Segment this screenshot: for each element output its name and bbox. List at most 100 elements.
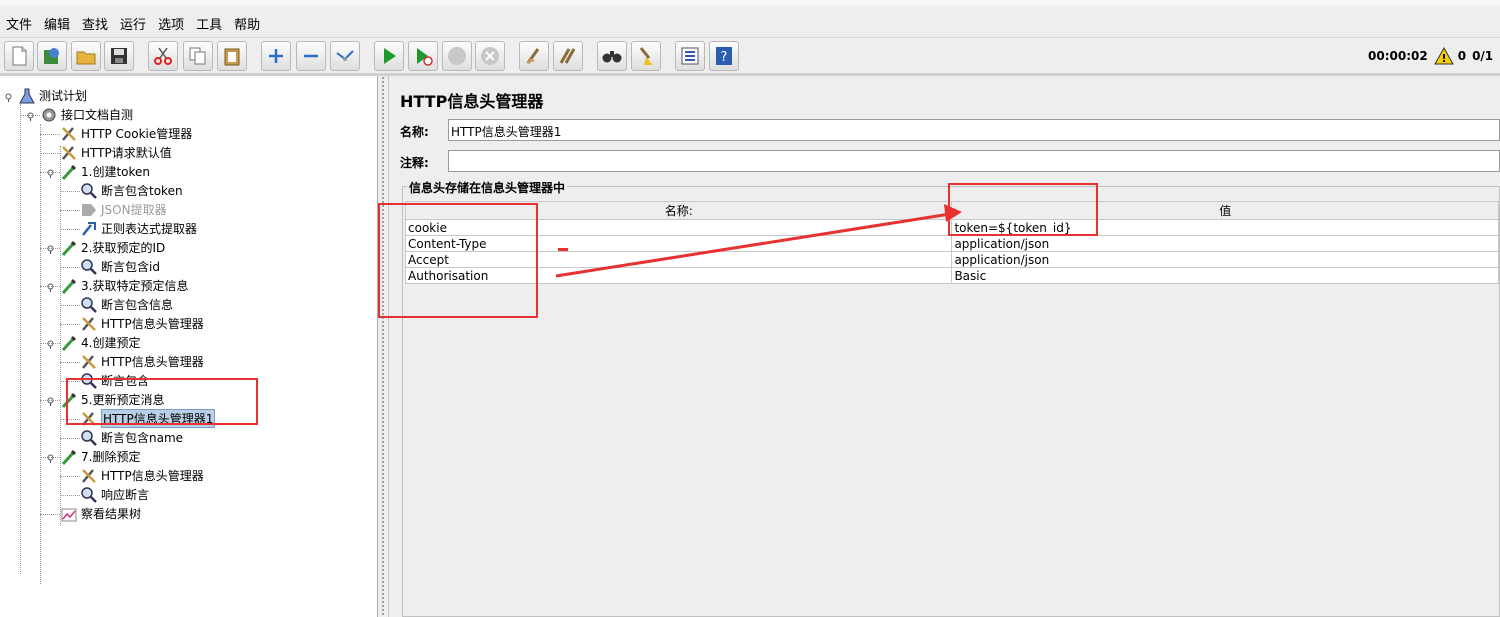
function-helper-button[interactable] (675, 41, 705, 71)
page-title: HTTP信息头管理器 (400, 92, 544, 111)
annotation-box-names (378, 203, 538, 318)
save-icon (111, 48, 127, 64)
tree-node[interactable]: 接口文档自测 (40, 105, 133, 124)
pipette-icon (60, 334, 78, 352)
expand-toggle-icon[interactable] (4, 91, 13, 102)
split-pane-divider[interactable] (378, 76, 389, 617)
expand-toggle-icon[interactable] (46, 281, 55, 292)
tree-node[interactable]: 断言包含id (80, 257, 160, 276)
expand-toggle-icon[interactable] (46, 395, 55, 406)
save-button[interactable] (104, 41, 134, 71)
warning-icon[interactable]: ! (1433, 47, 1454, 65)
tree-node[interactable]: 察看结果树 (60, 504, 141, 523)
new-button[interactable] (4, 41, 34, 71)
start-icon (384, 48, 396, 64)
reset-search-button[interactable] (631, 41, 661, 71)
tree-node-label: HTTP信息头管理器 (101, 317, 204, 331)
tree-node-label: HTTP请求默认值 (81, 146, 172, 160)
tree-node[interactable]: 断言包含token (80, 181, 183, 200)
templates-button[interactable] (37, 41, 67, 71)
magnifier-icon (80, 296, 98, 314)
tree-node[interactable]: 2.获取预定的ID (60, 238, 165, 257)
menu-help[interactable]: 帮助 (234, 14, 260, 33)
collapse-button[interactable] (296, 41, 326, 71)
header-value-cell[interactable]: application/json (951, 235, 1499, 252)
tree-node[interactable]: 断言包含name (80, 428, 183, 447)
elapsed-timer: 00:00:02 (1368, 49, 1428, 63)
menu-search[interactable]: 查找 (82, 14, 108, 33)
tree-node-label: 察看结果树 (81, 507, 142, 521)
tree-node[interactable]: HTTP请求默认值 (60, 143, 172, 162)
comment-field[interactable] (448, 150, 1500, 172)
shutdown-icon (481, 47, 499, 65)
header-value-cell[interactable]: application/json (951, 251, 1499, 268)
table-row[interactable]: Content-Type application/json (404, 235, 1499, 252)
menu-tools[interactable]: 工具 (196, 14, 222, 33)
tree-node[interactable]: HTTP信息头管理器 (80, 352, 204, 371)
magnifier-icon (80, 258, 98, 276)
tree-node-label: HTTP信息头管理器 (101, 469, 204, 483)
start-button[interactable] (374, 41, 404, 71)
table-row[interactable]: Accept application/json (404, 251, 1499, 268)
name-field[interactable]: HTTP信息头管理器1 (448, 119, 1500, 141)
paste-button[interactable] (217, 41, 247, 71)
header-value-cell[interactable]: Basic (951, 267, 1499, 284)
search-button[interactable] (597, 41, 627, 71)
expand-toggle-icon[interactable] (46, 243, 55, 254)
menu-edit[interactable]: 编辑 (44, 14, 70, 33)
expand-toggle-icon[interactable] (26, 110, 35, 121)
tree-node[interactable]: 1.创建token (60, 162, 150, 181)
magnifier-icon (80, 486, 98, 504)
tree-node[interactable]: 7.删除预定 (60, 447, 140, 466)
clear-all-icon (559, 48, 576, 64)
cut-button[interactable] (148, 41, 178, 71)
test-plan-tree[interactable]: 测试计划 接口文档自测 HTTP Cookie管理器 HTTP请求默认值 1.创建tok… (0, 76, 378, 617)
gear-icon (40, 106, 58, 124)
tree-node-label: 断言包含id (101, 260, 160, 274)
table-row[interactable]: Authorisation Basic (404, 267, 1499, 284)
copy-icon (189, 47, 206, 65)
tree-node[interactable]: HTTP信息头管理器 (80, 314, 204, 333)
flask-icon (18, 87, 36, 105)
tree-node[interactable]: 测试计划 (18, 86, 87, 105)
tree-node[interactable]: 3.获取特定预定信息 (60, 276, 188, 295)
start-no-pause-button[interactable] (408, 41, 438, 71)
reset-search-icon (639, 47, 653, 65)
tree-node-label: HTTP信息头管理器 (101, 355, 204, 369)
tree-node[interactable]: 正则表达式提取器 (80, 219, 197, 238)
cut-icon (154, 47, 172, 65)
expand-toggle-icon[interactable] (46, 167, 55, 178)
open-button[interactable] (71, 41, 101, 71)
help-button[interactable]: ? (709, 41, 739, 71)
help-icon: ? (716, 47, 732, 65)
expand-button[interactable] (261, 41, 291, 71)
tree-node[interactable]: 响应断言 (80, 485, 149, 504)
shutdown-button[interactable] (475, 41, 505, 71)
menu-file[interactable]: 文件 (6, 14, 32, 33)
pipette-icon (60, 448, 78, 466)
templates-icon (44, 48, 59, 64)
copy-button[interactable] (183, 41, 213, 71)
clear-all-button[interactable] (553, 41, 583, 71)
collapse-icon (304, 54, 318, 58)
tree-node[interactable]: HTTP信息头管理器 (80, 466, 204, 485)
tree-node[interactable]: HTTP Cookie管理器 (60, 124, 192, 143)
thread-count: 0/1 (1472, 49, 1494, 63)
tools-icon (60, 125, 78, 143)
start-no-pause-icon (417, 48, 433, 66)
tree-node[interactable]: JSON提取器 (80, 200, 167, 219)
tree-node[interactable]: 4.创建预定 (60, 333, 140, 352)
tree-node[interactable]: 断言包含信息 (80, 295, 173, 314)
menu-options[interactable]: 选项 (158, 14, 184, 33)
pipette-icon (60, 239, 78, 257)
magnifier-icon (80, 182, 98, 200)
expand-toggle-icon[interactable] (46, 338, 55, 349)
toggle-button[interactable] (330, 41, 360, 71)
stop-button[interactable] (442, 41, 472, 71)
clear-button[interactable] (519, 41, 549, 71)
menu-run[interactable]: 运行 (120, 14, 146, 33)
search-icon (602, 51, 622, 63)
open-icon (76, 51, 96, 65)
group-title: 信息头存储在信息头管理器中 (407, 179, 568, 196)
expand-toggle-icon[interactable] (46, 452, 55, 463)
